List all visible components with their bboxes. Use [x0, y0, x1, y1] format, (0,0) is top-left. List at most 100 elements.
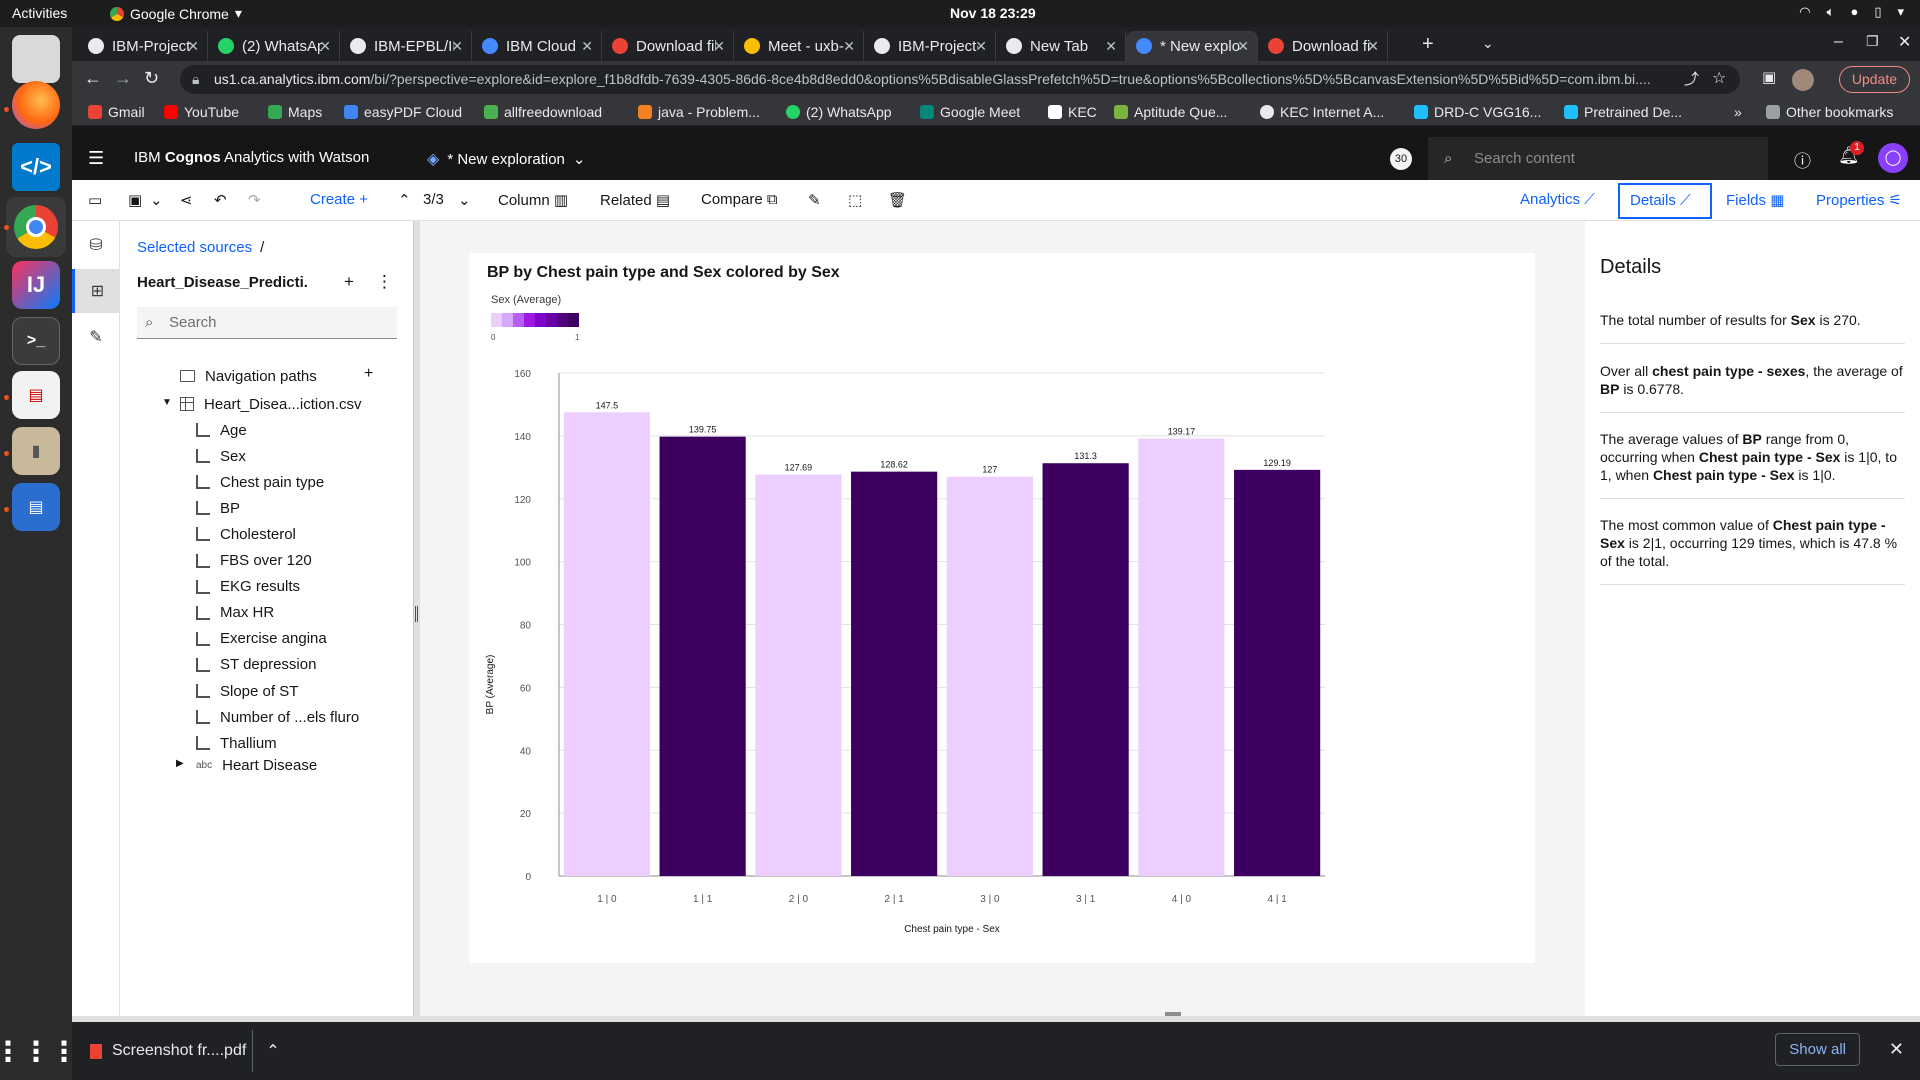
reload-icon[interactable]: ↻: [144, 68, 159, 89]
tree-item-navigation-paths[interactable]: Navigation paths: [180, 365, 317, 387]
tab-search-icon[interactable]: ⌄: [1482, 35, 1494, 52]
tree-item-field[interactable]: Cholesterol: [196, 523, 296, 545]
create-button[interactable]: Create +: [310, 191, 368, 208]
tree-item-field[interactable]: BP: [196, 497, 240, 519]
help-icon[interactable]: ⓘ: [1794, 147, 1811, 172]
browser-tab[interactable]: Meet - uxb- ✕: [734, 31, 864, 61]
share-icon[interactable]: ⤴: [1684, 68, 1699, 89]
firefox-icon[interactable]: [12, 81, 60, 129]
files-icon[interactable]: [12, 35, 60, 83]
vscode-icon[interactable]: </>: [12, 143, 60, 191]
tab-close-icon[interactable]: ✕: [1237, 38, 1249, 55]
compare-button[interactable]: Compare ⧉: [701, 191, 778, 208]
undo-icon[interactable]: ↶: [214, 191, 227, 209]
more-bookmarks-chevron[interactable]: »: [1734, 104, 1742, 120]
tree-item-field[interactable]: Chest pain type: [196, 471, 324, 493]
tab-close-icon[interactable]: ✕: [1367, 38, 1379, 55]
tree-item-table[interactable]: Heart_Disea...iction.csv: [180, 393, 362, 415]
bookmark-aptitude[interactable]: Aptitude Que...: [1114, 104, 1227, 120]
bookmark-allfreedownload[interactable]: allfreedownload: [484, 104, 602, 120]
chrome-icon[interactable]: [6, 197, 66, 257]
tab-properties[interactable]: Properties ⚟: [1816, 191, 1902, 209]
bookmark-kec-internet[interactable]: KEC Internet A...: [1260, 104, 1384, 120]
bookmark-pretrained[interactable]: Pretrained De...: [1564, 104, 1682, 120]
caret-right-icon[interactable]: ▶: [176, 758, 184, 769]
bookmark-java-problem[interactable]: java - Problem...: [638, 104, 760, 120]
archive-manager-icon[interactable]: ▮: [12, 427, 60, 475]
user-avatar-icon[interactable]: ◯: [1878, 143, 1908, 173]
browser-tab[interactable]: Download file✕: [1258, 31, 1388, 61]
fit-to-screen-icon[interactable]: ⬚: [848, 191, 862, 209]
browser-tab[interactable]: IBM-EPBL/IBM✕: [340, 31, 472, 61]
intellij-icon[interactable]: IJ: [12, 261, 60, 309]
chevron-up-icon[interactable]: ⌃: [266, 1041, 279, 1061]
tree-item-heart-disease[interactable]: abc Heart Disease: [196, 754, 317, 776]
source-search-input[interactable]: ⌕ Search: [137, 307, 397, 339]
tab-close-icon[interactable]: ✕: [581, 38, 593, 55]
assistant-badge[interactable]: 30: [1390, 148, 1412, 170]
data-sources-icon[interactable]: ⛁: [72, 223, 120, 267]
data-tree-icon[interactable]: ⊞: [72, 269, 120, 313]
restore-window-icon[interactable]: ❐: [1866, 33, 1879, 50]
bookmark-easypdf[interactable]: easyPDF Cloud: [344, 104, 462, 120]
exploration-selector[interactable]: ◈ * New exploration ⌄: [427, 149, 585, 169]
tree-item-field[interactable]: ST depression: [196, 654, 316, 676]
chevron-down-icon[interactable]: ⌄: [458, 191, 471, 209]
back-icon[interactable]: ←: [84, 68, 102, 89]
tree-item-field[interactable]: Slope of ST: [196, 680, 298, 702]
browser-tab[interactable]: IBM-Project-1✕: [864, 31, 996, 61]
show-apps-grid-icon[interactable]: ⋮⋮⋮: [0, 1027, 78, 1075]
tab-close-icon[interactable]: ✕: [187, 38, 199, 55]
bookmark-maps[interactable]: Maps: [268, 104, 322, 120]
pin-icon[interactable]: ✎: [808, 191, 821, 209]
related-button[interactable]: Related ▤: [600, 191, 670, 209]
close-download-bar-icon[interactable]: ✕: [1889, 1039, 1904, 1060]
browser-tab[interactable]: IBM Cloud ✕: [472, 31, 602, 61]
chart-card[interactable]: BP by Chest pain type and Sex colored by…: [469, 253, 1535, 963]
bookmark-kec[interactable]: KEC: [1048, 104, 1097, 120]
terminal-icon[interactable]: >_: [12, 317, 60, 365]
tree-item-field[interactable]: Max HR: [196, 602, 274, 624]
tab-close-icon[interactable]: ✕: [1105, 38, 1117, 55]
visualization-type-button[interactable]: Column ▥: [498, 191, 568, 209]
tree-item-field[interactable]: Age: [196, 419, 247, 441]
browser-tab[interactable]: IBM-Project-1✕: [78, 31, 208, 61]
tree-item-field[interactable]: Thallium: [196, 732, 277, 754]
address-bar[interactable]: 🔒︎ us1.ca.analytics.ibm.com/bi/?perspect…: [180, 65, 1740, 94]
document-viewer-icon[interactable]: ▤: [12, 371, 60, 419]
bookmark-drd-vgg16[interactable]: DRD-C VGG16...: [1414, 104, 1541, 120]
chevron-down-icon[interactable]: ⌄: [150, 191, 163, 209]
overflow-menu-icon[interactable]: ⋮: [376, 272, 393, 292]
bookmark-gmail[interactable]: Gmail: [88, 104, 145, 120]
tree-item-field[interactable]: Number of ...els fluro: [196, 706, 359, 728]
tree-item-field[interactable]: Sex: [196, 445, 246, 467]
browser-tab[interactable]: * New explora✕: [1126, 31, 1258, 61]
browser-tab[interactable]: Download file✕: [602, 31, 734, 61]
browser-tab[interactable]: (2) WhatsApp✕: [208, 31, 340, 61]
system-tray[interactable]: ◠ 🔈︎ ● ▯ ▾: [1799, 4, 1904, 20]
add-navigation-path-icon[interactable]: +: [364, 365, 373, 383]
minimize-window-icon[interactable]: –: [1834, 33, 1843, 51]
update-button[interactable]: Update: [1838, 66, 1910, 93]
tab-close-icon[interactable]: ✕: [843, 38, 855, 55]
forward-icon[interactable]: →: [114, 68, 132, 89]
browser-tab[interactable]: New Tab ✕: [996, 31, 1126, 61]
side-panel-icon[interactable]: ▣: [1762, 68, 1776, 86]
pin-icon[interactable]: ✎: [72, 315, 120, 359]
tab-close-icon[interactable]: ✕: [713, 38, 725, 55]
new-tab-button[interactable]: +: [1422, 33, 1434, 56]
app-menu[interactable]: Google Chrome ▾: [110, 5, 242, 22]
show-all-button[interactable]: Show all: [1775, 1033, 1860, 1066]
share-icon[interactable]: ⋖: [180, 191, 193, 209]
hamburger-menu-icon[interactable]: ☰: [88, 148, 104, 169]
comment-icon[interactable]: ▭: [88, 191, 102, 209]
tab-details[interactable]: Details ⟋: [1618, 183, 1712, 219]
bookmark-whatsapp[interactable]: (2) WhatsApp: [786, 104, 892, 120]
bookmark-star-icon[interactable]: ☆: [1712, 68, 1726, 88]
tree-item-field[interactable]: EKG results: [196, 576, 300, 598]
tab-close-icon[interactable]: ✕: [975, 38, 987, 55]
libreoffice-writer-icon[interactable]: ▤: [12, 483, 60, 531]
save-icon[interactable]: ▣: [128, 191, 142, 209]
search-content-field[interactable]: ⌕ Search content: [1428, 137, 1768, 180]
clock[interactable]: Nov 18 23:29: [950, 5, 1036, 21]
